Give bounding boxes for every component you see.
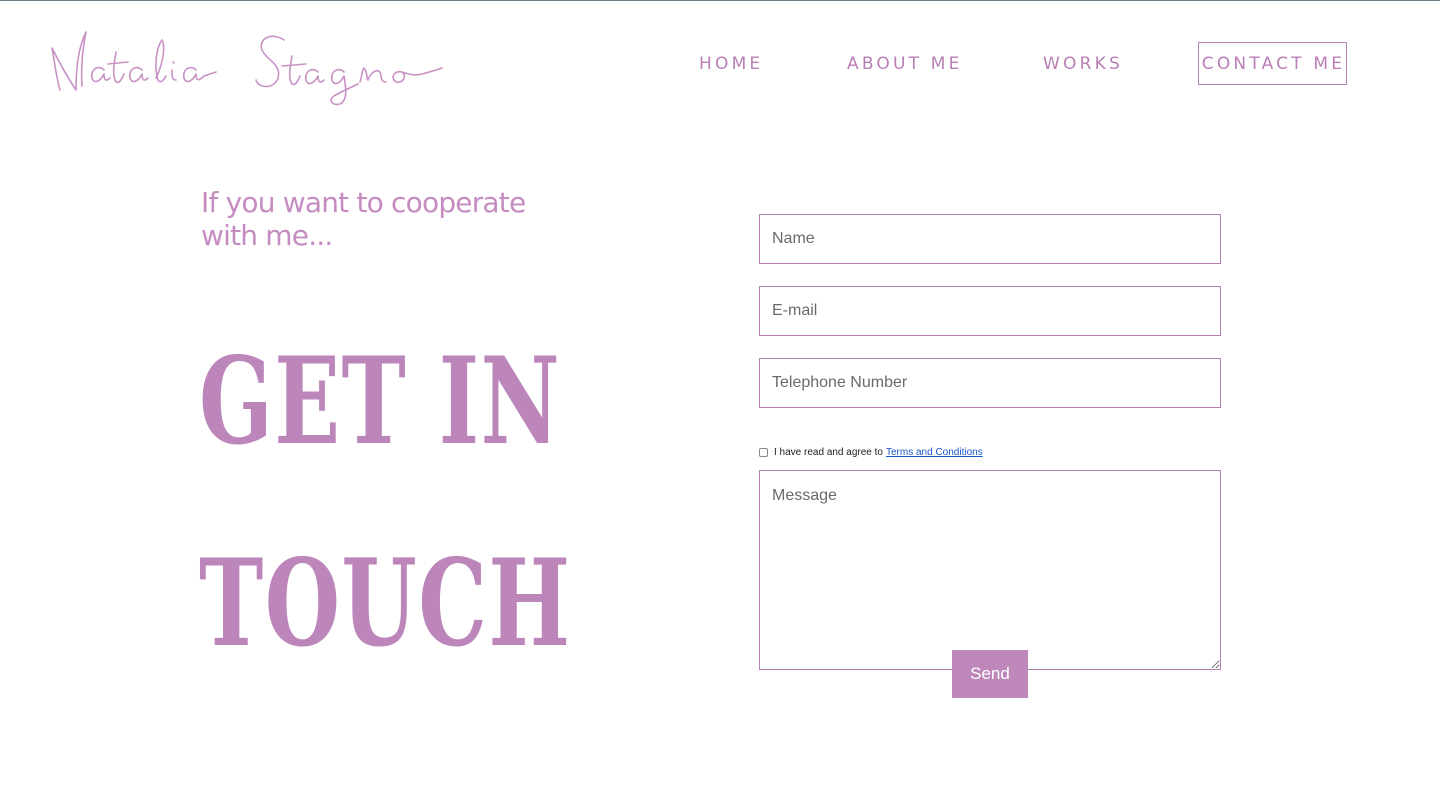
telephone-input[interactable]	[759, 358, 1221, 408]
nav-about-me[interactable]: ABOUT ME	[847, 42, 963, 85]
terms-checkbox[interactable]	[759, 447, 768, 457]
nav-contact-me[interactable]: CONTACT ME	[1198, 42, 1347, 85]
terms-text: I have read and agree to	[774, 446, 883, 458]
terms-row: I have read and agree to Terms and Condi…	[759, 445, 983, 459]
name-input[interactable]	[759, 214, 1221, 264]
nav-home[interactable]: HOME	[699, 42, 763, 85]
nav-works[interactable]: WORKS	[1043, 42, 1123, 85]
contact-subtitle: If you want to cooperate with me...	[201, 186, 526, 252]
email-input[interactable]	[759, 286, 1221, 336]
logo[interactable]	[46, 18, 446, 110]
logo-signature	[51, 31, 443, 106]
top-border	[0, 0, 1440, 1]
send-button[interactable]: Send	[952, 650, 1028, 698]
terms-link[interactable]: Terms and Conditions	[886, 447, 983, 458]
message-textarea[interactable]	[759, 470, 1221, 670]
heading-touch: TOUCH	[199, 533, 572, 674]
heading-get-in: GET IN	[199, 331, 562, 472]
